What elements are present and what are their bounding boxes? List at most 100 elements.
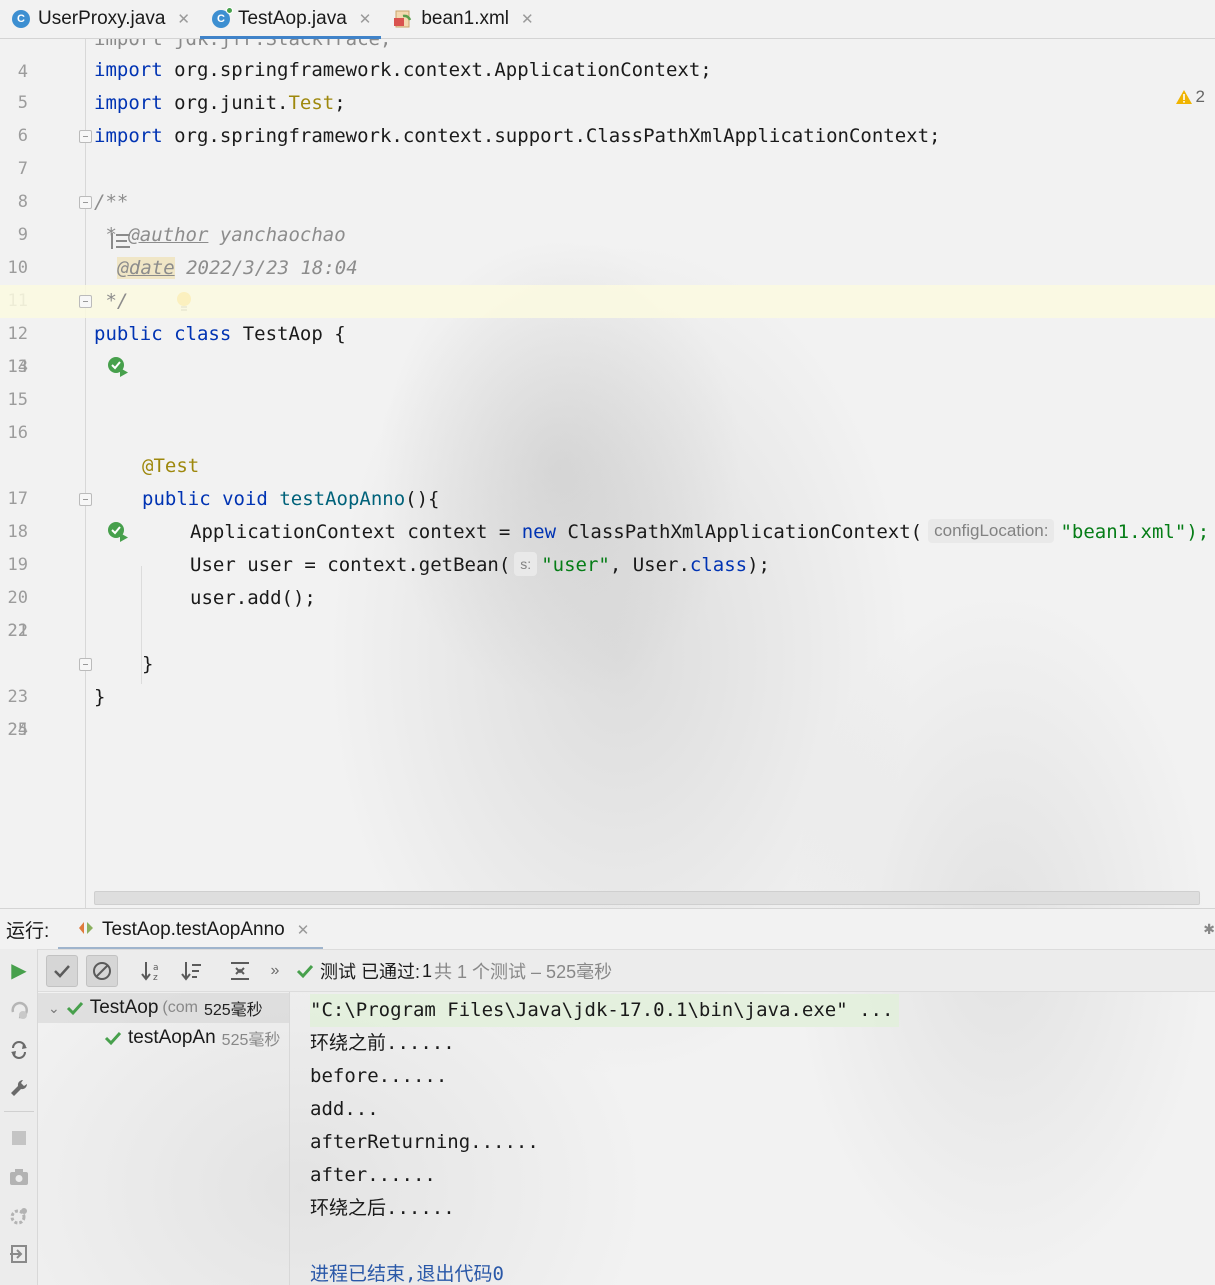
editor-tab-bar: C UserProxy.java ✕ C TestAop.java ✕ bean… bbox=[0, 0, 1215, 39]
comment-text: */ bbox=[94, 290, 129, 312]
tree-item-testaopanno[interactable]: testAopAn 525毫秒 bbox=[104, 1023, 280, 1053]
show-passed-button[interactable] bbox=[46, 955, 78, 987]
code-line: 9 /** bbox=[0, 186, 1215, 249]
show-ignored-button[interactable] bbox=[86, 955, 118, 987]
code-line: 11 @date 2022/3/23 18:04 bbox=[0, 252, 1215, 311]
settings-gear-icon[interactable]: ✱ bbox=[1203, 921, 1215, 938]
code-text: ClassPathXmlApplicationContext( bbox=[556, 521, 923, 543]
sort-alphabetically-icon[interactable]: az bbox=[139, 958, 165, 984]
tab-userproxy[interactable]: C UserProxy.java ✕ bbox=[0, 0, 200, 38]
tab-run-config[interactable]: TestAop.testAopAnno ✕ bbox=[58, 909, 324, 950]
tab-label: bean1.xml bbox=[421, 8, 510, 29]
check-icon bbox=[54, 965, 70, 978]
code-line: 22 bbox=[0, 615, 1215, 648]
line-number: 16 bbox=[7, 423, 28, 443]
code-text: } bbox=[142, 653, 154, 675]
wrench-icon[interactable] bbox=[6, 1075, 32, 1101]
line-number: 15 bbox=[7, 390, 28, 410]
keyword: new bbox=[521, 521, 557, 543]
tab-label: TestAop.java bbox=[237, 8, 347, 29]
exit-icon[interactable] bbox=[6, 1241, 32, 1267]
run-test-icon[interactable] bbox=[38, 323, 128, 377]
code-line: 17 @Test bbox=[0, 450, 1215, 509]
rerun-failed-icon[interactable] bbox=[6, 997, 32, 1023]
code-text: org.springframework.context.support.Clas… bbox=[162, 125, 941, 147]
code-line: 23 } bbox=[0, 648, 1215, 707]
code-text: org.junit. bbox=[162, 92, 289, 114]
keyword: class bbox=[174, 323, 232, 345]
keyword: public bbox=[142, 488, 211, 510]
string-literal: "user" bbox=[541, 554, 610, 576]
tab-label: UserProxy.java bbox=[38, 8, 166, 29]
test-method-name: testAopAn bbox=[128, 1027, 216, 1048]
status-suffix: 共 1 个测试 – 525毫秒 bbox=[434, 962, 613, 982]
code-text: TestAop { bbox=[231, 323, 346, 345]
fold-icon[interactable] bbox=[79, 658, 92, 671]
code-line: 25 bbox=[0, 714, 1215, 747]
code-text: ApplicationContext context = bbox=[190, 521, 522, 543]
keyword: public bbox=[94, 323, 163, 345]
keyword: import bbox=[94, 59, 163, 81]
method-name: testAopAnno bbox=[279, 488, 406, 510]
settings-icon[interactable] bbox=[6, 1203, 32, 1229]
fold-icon[interactable] bbox=[79, 493, 92, 506]
line-number: 14 bbox=[7, 357, 28, 377]
status-count: 1 bbox=[422, 960, 433, 981]
close-icon[interactable]: ✕ bbox=[521, 10, 534, 28]
xml-file-icon bbox=[393, 9, 413, 29]
fold-icon[interactable] bbox=[79, 196, 92, 209]
indent-guide bbox=[141, 566, 142, 684]
line-number: 25 bbox=[7, 720, 28, 740]
more-actions-icon[interactable]: » bbox=[262, 958, 288, 984]
comment-text: yanchaochao bbox=[208, 224, 346, 246]
javadoc-tag: @author bbox=[128, 224, 209, 246]
run-test-icon[interactable] bbox=[38, 488, 128, 542]
tab-testaop[interactable]: C TestAop.java ✕ bbox=[199, 0, 382, 39]
annotation-text: Test bbox=[288, 92, 335, 114]
fold-icon[interactable] bbox=[79, 295, 92, 308]
keyword: class bbox=[689, 554, 748, 576]
chevron-down-icon[interactable]: ⌄ bbox=[48, 1000, 60, 1017]
console-output[interactable]: "C:\Program Files\Java\jdk-17.0.1\bin\ja… bbox=[290, 992, 1215, 1285]
toggle-auto-test-icon[interactable] bbox=[6, 1037, 32, 1063]
camera-icon[interactable] bbox=[6, 1164, 32, 1190]
tab-bean1-xml[interactable]: bean1.xml ✕ bbox=[381, 0, 543, 38]
code-line: 14 bbox=[0, 351, 1215, 384]
code-line: 13 public class TestAop { bbox=[0, 318, 1215, 377]
test-tree: ⌄ TestAop (com 525毫秒 testAopAn 525毫秒 bbox=[38, 992, 290, 1285]
fold-icon[interactable] bbox=[79, 130, 92, 143]
keyword: import bbox=[94, 125, 163, 147]
comment-text bbox=[106, 257, 117, 279]
console-line: 环绕之后...... bbox=[310, 1197, 455, 1219]
keyword: void bbox=[222, 488, 268, 510]
comment-text: /** bbox=[94, 191, 129, 213]
expand-all-icon[interactable] bbox=[227, 958, 253, 984]
close-icon[interactable]: ✕ bbox=[297, 921, 310, 939]
close-icon[interactable]: ✕ bbox=[177, 10, 190, 28]
tree-item-testaop[interactable]: ⌄ TestAop (com 525毫秒 bbox=[38, 993, 289, 1023]
status-prefix: 测试 已通过: bbox=[320, 962, 421, 982]
code-line: 18 public void testAopAnno(){ bbox=[0, 483, 1215, 542]
code-line: 5 import org.springframework.context.App… bbox=[0, 54, 1215, 113]
code-editor[interactable]: 2 4 import jdk.jfr.StackTrace; 5 import … bbox=[0, 39, 1215, 908]
stop-icon[interactable] bbox=[6, 1125, 32, 1151]
horizontal-scrollbar[interactable] bbox=[94, 891, 1200, 905]
code-line: 8 bbox=[0, 153, 1215, 212]
code-line: 21 user.add(); bbox=[0, 582, 1215, 641]
svg-text:a: a bbox=[153, 963, 159, 973]
test-status: 测试 已通过: 1 共 1 个测试 – 525毫秒 bbox=[296, 958, 612, 984]
console-line: after...... bbox=[310, 1164, 436, 1186]
code-text: user.add(); bbox=[190, 587, 316, 609]
code-line: 7 import org.springframework.context.sup… bbox=[0, 120, 1215, 179]
sort-by-duration-icon[interactable] bbox=[179, 958, 205, 984]
close-icon[interactable]: ✕ bbox=[359, 10, 372, 28]
check-icon bbox=[104, 1031, 122, 1046]
rerun-icon[interactable]: ▶ bbox=[6, 957, 32, 983]
line-number: 22 bbox=[7, 621, 28, 641]
test-duration: 525毫秒 bbox=[203, 1002, 263, 1019]
code-line: 6 import org.junit.Test; bbox=[0, 87, 1215, 146]
code-text: ; bbox=[334, 92, 346, 114]
code-text: (){ bbox=[405, 488, 440, 510]
run-panel-header: 运行: TestAop.testAopAnno ✕ ✱ bbox=[0, 908, 1215, 950]
test-package: (com bbox=[162, 999, 198, 1016]
